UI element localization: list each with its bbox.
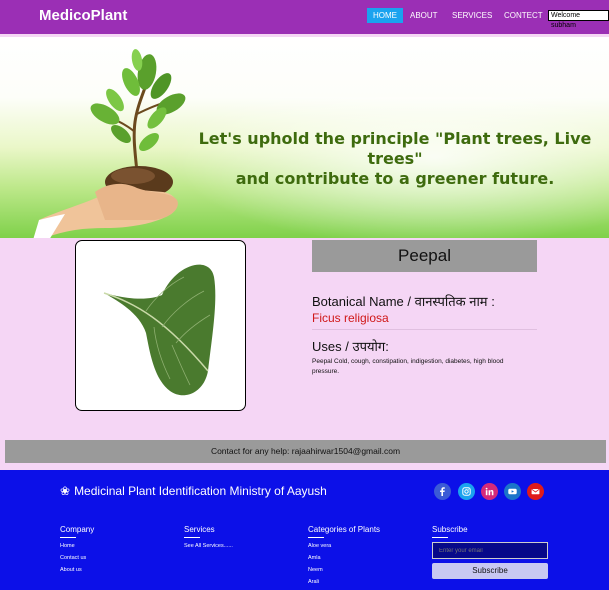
nav-services[interactable]: SERVICES: [446, 8, 498, 23]
company-heading: Company: [60, 525, 95, 538]
footer-link-aloe-vera[interactable]: Aloe vera: [308, 543, 331, 549]
nav-contect[interactable]: CONTECT: [498, 8, 549, 23]
plant-name-header: Peepal: [312, 240, 537, 272]
footer-link-arali[interactable]: Arali: [308, 579, 319, 585]
linkedin-icon[interactable]: [481, 483, 498, 500]
hero-banner: Let's uphold the principle "Plant trees,…: [0, 37, 609, 238]
subscribe-heading: Subscribe: [432, 525, 468, 538]
hero-line-2: and contribute to a greener future.: [235, 169, 555, 188]
services-heading: Services: [184, 525, 215, 538]
mail-icon[interactable]: [527, 483, 544, 500]
contact-bar: Contact for any help: rajaahirwar1504@gm…: [5, 440, 606, 463]
welcome-user-button[interactable]: Welcome subham: [548, 10, 609, 29]
email-input[interactable]: [432, 542, 548, 559]
footer-title: ❀ Medicinal Plant Identification Ministry…: [60, 484, 327, 498]
youtube-icon[interactable]: [504, 483, 521, 500]
hero-line-1: Let's uphold the principle "Plant trees,…: [198, 129, 592, 168]
footer-title-text: Medicinal Plant Identification Ministry …: [74, 484, 327, 498]
footer-link-contact[interactable]: Contact us: [60, 555, 86, 561]
footer-link-home[interactable]: Home: [60, 543, 75, 549]
botanical-name-label: Botanical Name / वानस्पतिक नाम :: [312, 294, 495, 309]
subscribe-button[interactable]: Subscribe: [432, 563, 548, 579]
footer-link-neem[interactable]: Neem: [308, 567, 323, 573]
facebook-icon[interactable]: [434, 483, 451, 500]
navbar: MedicoPlant HOME ABOUT SERVICES CONTECT …: [0, 0, 609, 34]
peepal-leaf-image: [103, 264, 216, 396]
leaf-logo-icon: ❀: [60, 484, 71, 498]
nav-home[interactable]: HOME: [367, 8, 403, 23]
uses-label: Uses / उपयोग:: [312, 339, 389, 354]
footer-link-about[interactable]: About us: [60, 567, 82, 573]
brand-logo[interactable]: MedicoPlant: [39, 7, 127, 24]
nav-about[interactable]: ABOUT: [404, 8, 444, 23]
plant-image-card: [75, 240, 246, 411]
section-divider: [312, 329, 537, 330]
plant-in-hands-image: [33, 49, 186, 238]
categories-heading: Categories of Plants: [308, 525, 381, 538]
footer-link-all-services[interactable]: See All Services......: [184, 543, 233, 549]
instagram-icon[interactable]: [458, 483, 475, 500]
footer: ❀ Medicinal Plant Identification Ministry…: [0, 470, 609, 590]
botanical-name-value: Ficus religiosa: [312, 311, 389, 325]
footer-link-amla[interactable]: Amla: [308, 555, 321, 561]
uses-description: Peepal Cold, cough, constipation, indige…: [312, 358, 504, 375]
hero-slogan: Let's uphold the principle "Plant trees,…: [190, 129, 600, 189]
